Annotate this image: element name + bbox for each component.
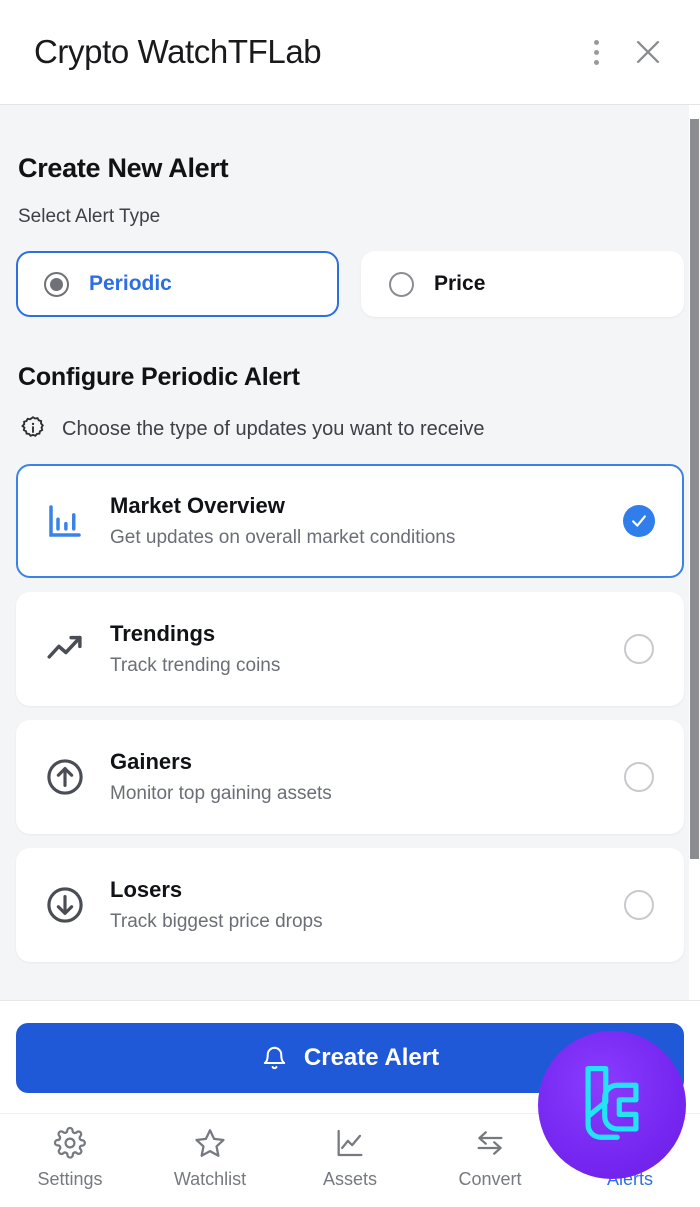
alert-type-selector: Periodic Price [16, 251, 684, 317]
page-title: Create New Alert [18, 153, 229, 183]
nav-item-settings[interactable]: Settings [0, 1126, 140, 1190]
option-trendings[interactable]: Trendings Track trending coins [16, 592, 684, 706]
option-gainers-checkbox[interactable] [622, 760, 656, 794]
nav-item-watchlist[interactable]: Watchlist [140, 1126, 280, 1190]
bar-chart-icon [42, 500, 88, 542]
configure-hint-row: Choose the type of updates you want to r… [18, 414, 684, 444]
nav-item-convert[interactable]: Convert [420, 1126, 560, 1190]
alert-type-periodic-label: Periodic [89, 272, 172, 295]
nav-item-settings-label: Settings [37, 1168, 103, 1189]
vertical-scrollbar[interactable] [689, 105, 700, 1000]
option-gainers-description: Monitor top gaining assets [110, 783, 332, 804]
option-market-overview-checkbox[interactable] [622, 504, 656, 538]
bottom-navigation: Settings Watchlist Assets Convert Alerts [0, 1113, 700, 1207]
content-body: Create New Alert Select Alert Type Perio… [0, 104, 700, 1113]
option-market-overview[interactable]: Market Overview Get updates on overall m… [16, 464, 684, 578]
empty-circle-icon [624, 890, 654, 920]
nav-item-assets-label: Assets [322, 1168, 378, 1189]
close-icon [636, 40, 660, 64]
option-gainers[interactable]: Gainers Monitor top gaining assets [16, 720, 684, 834]
empty-circle-icon [624, 634, 654, 664]
configure-section-title: Configure Periodic Alert [18, 363, 300, 391]
scroll-area: Create New Alert Select Alert Type Perio… [0, 105, 700, 1000]
option-trendings-description: Track trending coins [110, 655, 281, 676]
alert-type-periodic[interactable]: Periodic [16, 251, 339, 317]
update-type-options: Market Overview Get updates on overall m… [16, 464, 684, 962]
create-alert-button[interactable]: Create Alert [16, 1023, 684, 1093]
radio-periodic-icon [44, 271, 69, 297]
nav-item-assets[interactable]: Assets [280, 1126, 420, 1190]
option-gainers-title: Gainers [110, 749, 192, 774]
option-market-overview-title: Market Overview [110, 493, 285, 518]
option-losers-text: Losers Track biggest price drops [110, 877, 600, 933]
app-title: Crypto WatchTFLab [34, 33, 322, 70]
arrow-down-circle-icon [42, 884, 88, 926]
option-losers-checkbox[interactable] [622, 888, 656, 922]
footer-action-bar: Create Alert [0, 1000, 700, 1113]
nav-item-alerts[interactable]: Alerts [560, 1126, 700, 1190]
trending-up-icon [42, 628, 88, 670]
line-chart-icon [337, 1129, 363, 1156]
empty-circle-icon [624, 762, 654, 792]
nav-item-watchlist-label: Watchlist [173, 1168, 247, 1189]
app-window: Crypto WatchTFLab Create New Alert Selec… [0, 0, 700, 1207]
option-trendings-checkbox[interactable] [622, 632, 656, 666]
close-button[interactable] [622, 26, 674, 78]
gear-icon [53, 1126, 86, 1159]
check-circle-icon [623, 505, 655, 537]
window-titlebar: Crypto WatchTFLab [0, 0, 700, 104]
option-market-overview-description: Get updates on overall market conditions [110, 527, 456, 548]
option-trendings-text: Trendings Track trending coins [110, 621, 600, 677]
option-losers[interactable]: Losers Track biggest price drops [16, 848, 684, 962]
bell-icon [616, 1127, 644, 1156]
arrow-up-circle-icon [42, 756, 88, 798]
option-losers-description: Track biggest price drops [110, 911, 323, 932]
create-alert-button-label: Create Alert [303, 1044, 440, 1071]
alert-type-price-label: Price [434, 272, 486, 295]
option-market-overview-text: Market Overview Get updates on overall m… [110, 493, 600, 549]
nav-item-alerts-label: Alerts [606, 1168, 653, 1189]
configure-hint-text: Choose the type of updates you want to r… [62, 417, 485, 440]
bell-icon [263, 1046, 286, 1069]
nav-item-convert-label: Convert [458, 1168, 522, 1189]
swap-arrows-icon [477, 1130, 503, 1155]
option-gainers-text: Gainers Monitor top gaining assets [110, 749, 600, 805]
option-trendings-title: Trendings [110, 621, 216, 646]
alert-type-price[interactable]: Price [361, 251, 684, 317]
kebab-menu-icon [593, 39, 599, 65]
info-icon [21, 416, 44, 437]
select-alert-type-label: Select Alert Type [18, 206, 161, 227]
kebab-menu-button[interactable] [570, 26, 622, 78]
scrollbar-thumb[interactable] [690, 119, 699, 859]
star-icon [195, 1128, 225, 1157]
radio-price-icon [389, 271, 414, 297]
option-losers-title: Losers [110, 877, 183, 902]
